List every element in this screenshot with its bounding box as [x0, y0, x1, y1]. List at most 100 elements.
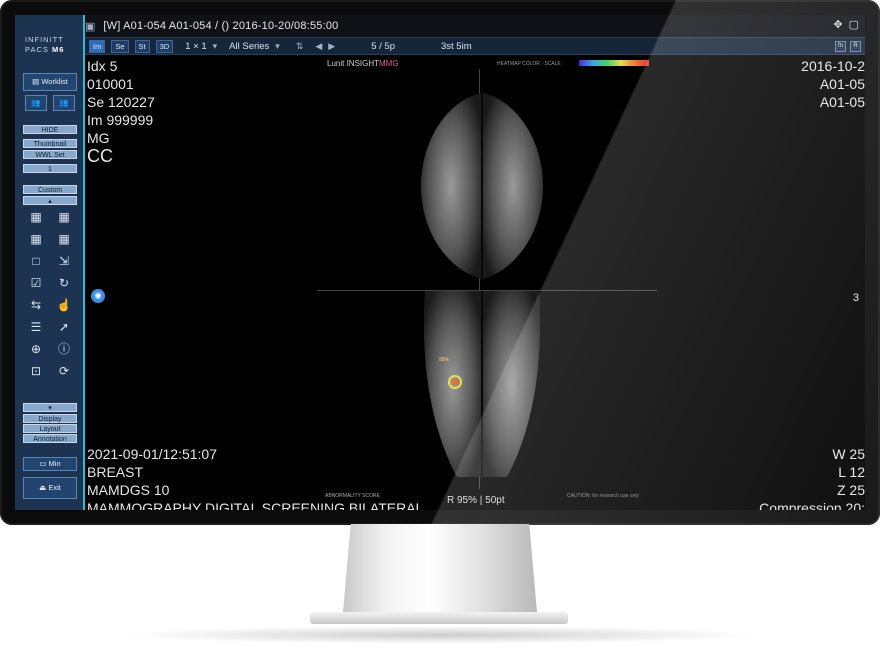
overlay-zoom: Z 25: [836, 482, 865, 498]
layout-dropdown-icon[interactable]: ▾: [213, 41, 218, 52]
preset-one-button[interactable]: 1: [23, 164, 77, 173]
worklist-icon: ▤: [32, 77, 40, 86]
overlay-series: Se 120227: [87, 94, 155, 110]
image-mode-button[interactable]: Im: [89, 39, 106, 53]
layout-button[interactable]: Layout: [23, 424, 77, 433]
overlay-window-level: L 12: [838, 464, 865, 480]
refresh-icon[interactable]: ⟳: [55, 363, 73, 379]
left-breast-cc: [421, 93, 481, 279]
overlay-study-description: MAMMOGRAPHY DIGITAL SCREENING BILATERAL: [87, 500, 424, 510]
window-level-icon[interactable]: ⇲: [55, 253, 73, 269]
heatmap-label: HEATMAP COLOR · SCALE: [497, 61, 561, 67]
right-breast-cc: [483, 93, 543, 279]
worklist-button[interactable]: ▤ Worklist: [23, 73, 77, 91]
exit-label: Exit: [48, 483, 61, 492]
maximize-icon[interactable]: ▢: [849, 18, 859, 31]
overlay-bottom-right: W 25 L 12 Z 25 Compression 20:: [759, 445, 865, 510]
series-selector[interactable]: All Series: [229, 41, 269, 52]
minimize-icon: ▭: [39, 459, 47, 468]
lunit-mmg: MMG: [379, 59, 399, 68]
custom-button[interactable]: Custom: [23, 185, 77, 194]
overlay-study-date: 2016-10-2: [801, 58, 865, 74]
exit-icon: ⏏: [39, 483, 47, 492]
logo-m6: M6: [51, 45, 65, 54]
people-icon: 👥: [31, 98, 41, 107]
side-marker: 3: [852, 292, 859, 304]
single-frame-icon[interactable]: □: [27, 253, 45, 269]
study-mode-button[interactable]: St: [134, 39, 150, 53]
mammogram-cc-views: [421, 91, 543, 281]
lunit-brand: Lunit INSIGHT: [327, 59, 380, 68]
image-viewport[interactable]: Lunit INSIGHTMMG HEATMAP COLOR · SCALE 9…: [87, 57, 865, 510]
overlay-window-width: W 25: [832, 446, 865, 462]
flip-icon[interactable]: ⇆: [27, 297, 45, 313]
grid-4x3-icon[interactable]: ▦: [27, 231, 45, 247]
overlay-bottom-left: 2021-09-01/12:51:07 BREAST MAMDGS 10 MAM…: [87, 445, 423, 510]
move-icon[interactable]: ✥: [833, 18, 842, 31]
scroll-up-button[interactable]: ▴: [23, 196, 77, 205]
layout-selector[interactable]: 1 × 1: [185, 41, 206, 52]
caution-note: CAUTION: for research use only: [567, 493, 639, 499]
wwl-set-button[interactable]: WWL Set: [23, 150, 77, 159]
tool-grid: ▦ ▦ ▦ ▦ □ ⇲ ☑ ↻ ⇆ ☝ ☰ ➚ ⊕ ⓘ ⊡ ⟳: [27, 209, 79, 379]
overlay-view: CC: [87, 146, 113, 166]
toolbar-right-icons: fn R: [835, 41, 861, 52]
mammogram-mlo-views: [423, 291, 541, 479]
people-arrow-icon: 👥: [59, 98, 69, 107]
hide-button[interactable]: HIDE: [23, 125, 77, 134]
ai-marker-icon[interactable]: ✺: [91, 289, 105, 303]
overlay-top-right: 2016-10-2 A01-05 A01-05: [801, 57, 865, 111]
page-indicator: 5 / 5p: [371, 40, 395, 52]
reset-icon[interactable]: ⊡: [27, 363, 45, 379]
info-icon[interactable]: ⓘ: [55, 341, 73, 357]
checkbox-icon[interactable]: ☑: [27, 275, 45, 291]
tools-icon[interactable]: fn: [835, 41, 846, 52]
overlay-top-left: Idx 5 010001 Se 120227 Im 999999 MG CC: [87, 57, 155, 165]
overlay-patient-id: 010001: [87, 76, 134, 92]
heatmap-scale-bar: [579, 60, 649, 66]
title-bar: ▣ [W] A01-054 A01-054 / () 2016-10-20/08…: [15, 15, 865, 37]
overlay-accession: A01-05: [819, 76, 865, 92]
report-icon[interactable]: R: [850, 41, 861, 52]
series-dropdown-icon[interactable]: ▾: [275, 41, 280, 52]
scroll-down-button[interactable]: ▾: [23, 403, 77, 412]
grid-2x2-icon[interactable]: ▦: [27, 209, 45, 225]
cursor-icon[interactable]: ➚: [55, 319, 73, 335]
abnormality-score-label: ABNORMALITY SCORE: [325, 493, 380, 499]
right-breast-mlo: [483, 291, 541, 477]
laterality-score: R 95% | 50pt: [447, 495, 505, 506]
hand-icon[interactable]: ☝: [55, 297, 73, 313]
next-arrow-icon[interactable]: ▶: [328, 41, 335, 52]
minimize-button[interactable]: ▭ Min: [23, 457, 77, 471]
patient-right-button[interactable]: 👥: [53, 95, 75, 111]
grid-3x3-icon[interactable]: ▦: [55, 209, 73, 225]
lesion-score: 95%: [439, 357, 450, 363]
series-mode-button[interactable]: Se: [111, 39, 129, 53]
thumbnail-button[interactable]: Thumbnail: [23, 139, 77, 148]
prev-arrow-icon[interactable]: ◀: [315, 41, 322, 52]
patient-left-button[interactable]: 👥: [25, 95, 47, 111]
left-breast-mlo: [423, 291, 481, 477]
monitor-frame: ▣ [W] A01-054 A01-054 / () 2016-10-20/08…: [0, 0, 880, 525]
display-button[interactable]: Display: [23, 414, 77, 423]
sync-icon[interactable]: ⇅: [296, 41, 304, 52]
overlay-compression: Compression 20:: [759, 500, 865, 510]
overlay-patient-name: A01-05: [819, 94, 865, 110]
window-title: [W] A01-054 A01-054 / () 2016-10-20/08:5…: [103, 20, 339, 32]
window-controls: ✥ ▢: [833, 18, 859, 31]
exit-button[interactable]: ⏏ Exit: [23, 477, 77, 499]
study-image-count: 3st 5im: [440, 40, 472, 52]
magnify-icon[interactable]: ⊕: [27, 341, 45, 357]
overlay-image: Im 999999: [87, 112, 154, 128]
logo-pacs: PACS: [25, 45, 49, 54]
lunit-branding: Lunit INSIGHTMMG: [327, 59, 399, 68]
annotation-button[interactable]: Annotation: [23, 434, 77, 443]
overlay-acquisition-time: 2021-09-01/12:51:07: [87, 446, 217, 462]
overlay-modality: MG: [87, 130, 110, 146]
worklist-label: Worklist: [41, 77, 68, 86]
screen: ▣ [W] A01-054 A01-054 / () 2016-10-20/08…: [15, 15, 865, 510]
3d-mode-button[interactable]: 3D: [155, 39, 174, 53]
grid-4x4-icon[interactable]: ▦: [55, 231, 73, 247]
rotate-icon[interactable]: ↻: [55, 275, 73, 291]
list-arrow-icon[interactable]: ☰: [27, 319, 45, 335]
